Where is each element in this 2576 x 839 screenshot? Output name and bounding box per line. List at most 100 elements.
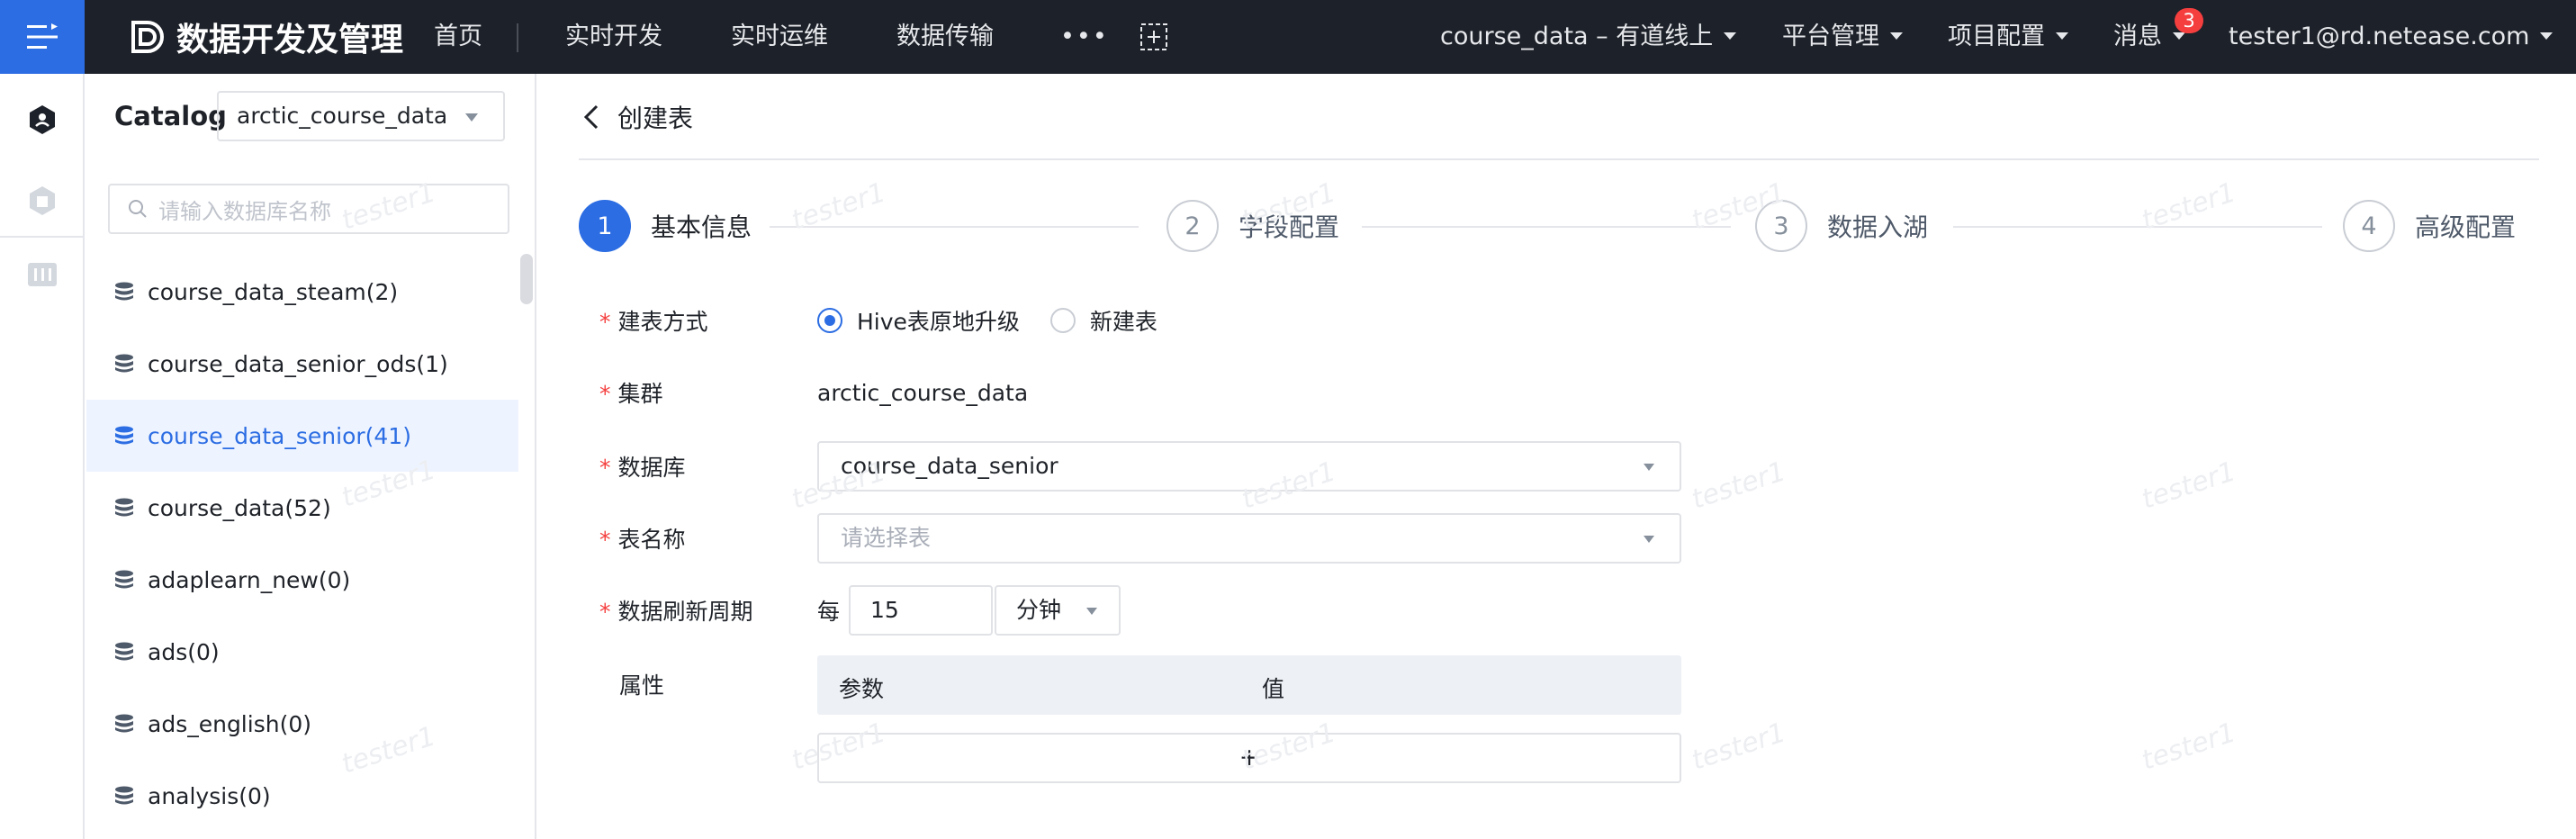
bars-monitor-icon bbox=[28, 263, 57, 286]
catalog-label: Catalog bbox=[114, 101, 227, 131]
catalog-selected-value: arctic_course_data bbox=[237, 103, 448, 129]
radio-new-table[interactable] bbox=[1049, 308, 1076, 333]
database-list-item[interactable]: course_data_senior(41) bbox=[86, 400, 518, 472]
dropdown-caret-icon bbox=[1644, 536, 1654, 543]
step-number: 2 bbox=[1166, 200, 1219, 252]
radio-new-table-label[interactable]: 新建表 bbox=[1090, 304, 1157, 337]
nav-realtime-ops[interactable]: 实时运维 bbox=[731, 0, 828, 74]
database-label: * 数据库 bbox=[599, 455, 686, 481]
dropdown-caret-icon bbox=[1086, 608, 1098, 615]
form-row-refresh: * 数据刷新周期 每 15 分钟 bbox=[538, 585, 2518, 636]
column-param-header: 参数 bbox=[839, 676, 885, 702]
database-list-item[interactable]: course_data_senior_ods(1) bbox=[86, 328, 518, 400]
platform-menu[interactable]: 平台管理 bbox=[1782, 0, 1903, 74]
menu-toggle-button[interactable] bbox=[0, 0, 85, 74]
chevron-down-icon bbox=[1724, 32, 1737, 40]
chevron-down-icon bbox=[2056, 32, 2068, 40]
database-list-item[interactable]: analysis(0) bbox=[86, 760, 518, 832]
dropdown-caret-icon bbox=[465, 113, 478, 122]
watermark: tester1 bbox=[1688, 717, 1790, 777]
column-value-header: 值 bbox=[1262, 676, 1285, 702]
database-list-item[interactable]: course_data_steam(2) bbox=[86, 256, 518, 328]
step-number: 1 bbox=[579, 200, 631, 252]
radio-hive-upgrade[interactable] bbox=[817, 308, 842, 333]
database-icon bbox=[115, 354, 133, 373]
database-selected-value: course_data_senior bbox=[841, 453, 1058, 479]
form-row-cluster: * 集群 arctic_course_data bbox=[538, 367, 2518, 418]
step-connector bbox=[1362, 226, 1731, 228]
database-name: analysis(0) bbox=[148, 782, 271, 809]
dropdown-caret-icon bbox=[1644, 464, 1654, 471]
database-list-item[interactable]: adaplearn_new(0) bbox=[86, 544, 518, 616]
rail-monitor-button[interactable] bbox=[0, 252, 85, 297]
refresh-interval-input[interactable]: 15 bbox=[849, 585, 994, 636]
rail-catalog-button[interactable] bbox=[0, 97, 85, 142]
database-icon bbox=[115, 714, 133, 733]
database-select[interactable]: course_data_senior bbox=[817, 441, 1681, 492]
step-data-ingest[interactable]: 3 数据入湖 bbox=[1755, 200, 1928, 252]
table-name-select[interactable]: 请选择表 bbox=[817, 513, 1681, 564]
properties-label: 属性 bbox=[619, 672, 665, 699]
project-config-menu[interactable]: 项目配置 bbox=[1948, 0, 2068, 74]
database-name: adaplearn_new(0) bbox=[148, 566, 351, 593]
fullscreen-button[interactable] bbox=[1139, 0, 1168, 74]
platform-menu-label: 平台管理 bbox=[1782, 23, 1879, 50]
user-menu[interactable]: tester1@rd.netease.com bbox=[2229, 0, 2553, 74]
form-row-create-mode: * 建表方式 Hive表原地升级 新建表 bbox=[538, 295, 2518, 346]
database-list-item[interactable]: course_data(52) bbox=[86, 472, 518, 544]
create-mode-radio-group: Hive表原地升级 新建表 bbox=[817, 304, 1157, 337]
chevron-down-icon bbox=[2540, 32, 2553, 40]
step-advanced-config[interactable]: 4 高级配置 bbox=[2343, 200, 2516, 252]
step-connector bbox=[770, 226, 1139, 228]
refresh-period-controls: 每 15 分钟 bbox=[817, 585, 1121, 636]
nav-data-transfer[interactable]: 数据传输 bbox=[896, 0, 994, 74]
nav-more-button[interactable]: ••• bbox=[1060, 0, 1109, 74]
radio-hive-upgrade-label[interactable]: Hive表原地升级 bbox=[857, 304, 1020, 337]
database-name: ads(0) bbox=[148, 638, 220, 665]
step-field-config[interactable]: 2 字段配置 bbox=[1166, 200, 1339, 252]
nav-realtime-dev[interactable]: 实时开发 bbox=[565, 0, 662, 74]
app-logo[interactable]: 数据开发及管理 bbox=[128, 14, 403, 59]
catalog-panel: Catalog arctic_course_data 请输入数据库名称 cour… bbox=[86, 74, 536, 839]
database-icon bbox=[115, 786, 133, 805]
step-number: 4 bbox=[2343, 200, 2395, 252]
chevron-left-icon bbox=[583, 104, 599, 130]
database-list-item[interactable]: ads_english(0) bbox=[86, 688, 518, 760]
database-icon bbox=[115, 498, 133, 517]
step-basic-info[interactable]: 1 基本信息 bbox=[579, 200, 752, 252]
database-name: ads_english(0) bbox=[148, 710, 311, 737]
form-row-table: * 表名称 请选择表 bbox=[538, 513, 2518, 564]
rail-database-button[interactable] bbox=[0, 178, 85, 223]
refresh-unit-value: 分钟 bbox=[1016, 597, 1062, 623]
rail-divider bbox=[0, 236, 85, 238]
table-name-label: * 表名称 bbox=[599, 527, 686, 553]
messages-menu[interactable]: 消息 bbox=[2113, 0, 2185, 74]
hexagon-catalog-icon bbox=[30, 105, 55, 134]
user-email: tester1@rd.netease.com bbox=[2229, 23, 2530, 50]
hamburger-menu-icon bbox=[27, 23, 58, 49]
list-scrollbar[interactable] bbox=[520, 254, 533, 304]
side-icon-rail bbox=[0, 74, 85, 839]
database-list: course_data_steam(2) course_data_senior_o… bbox=[86, 256, 518, 832]
cylinder-database-icon bbox=[30, 186, 55, 215]
nav-home[interactable]: 首页 bbox=[434, 0, 482, 74]
add-property-button[interactable]: + bbox=[817, 733, 1681, 783]
project-name: course_data – 有道线上 bbox=[1440, 23, 1714, 50]
database-search-input[interactable]: 请输入数据库名称 bbox=[108, 184, 509, 234]
top-navigation-bar: 数据开发及管理 首页 实时开发 实时运维 数据传输 ••• course_dat… bbox=[0, 0, 2576, 74]
step-label: 高级配置 bbox=[2415, 212, 2517, 242]
header-divider bbox=[579, 158, 2539, 160]
database-name: course_data_steam(2) bbox=[148, 278, 399, 305]
project-switcher[interactable]: course_data – 有道线上 bbox=[1440, 0, 1737, 74]
expand-box-icon bbox=[1140, 23, 1167, 50]
back-breadcrumb[interactable]: 创建表 bbox=[583, 99, 693, 135]
search-placeholder: 请输入数据库名称 bbox=[158, 198, 331, 224]
message-count-badge: 3 bbox=[2175, 8, 2203, 33]
refresh-unit-select[interactable]: 分钟 bbox=[995, 585, 1121, 636]
page-title: 创建表 bbox=[617, 104, 694, 133]
chevron-down-icon bbox=[1890, 32, 1903, 40]
catalog-select[interactable]: arctic_course_data bbox=[217, 91, 505, 141]
create-mode-label: * 建表方式 bbox=[599, 309, 708, 335]
form-row-properties: 属性 参数 值 bbox=[538, 655, 2518, 715]
database-list-item[interactable]: ads(0) bbox=[86, 616, 518, 688]
